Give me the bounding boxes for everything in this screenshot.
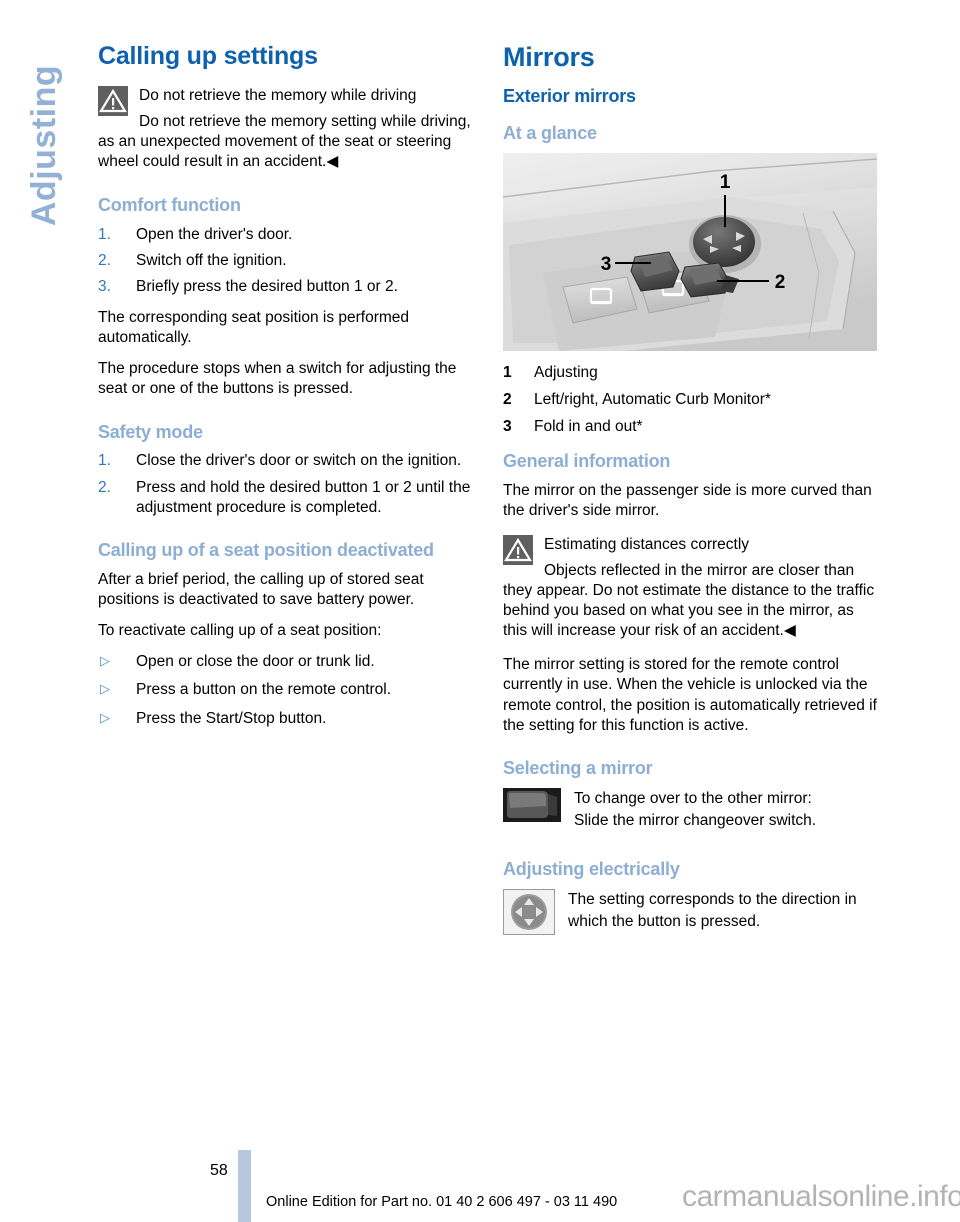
list-item: ▷ Open or close the door or trunk lid. (98, 652, 476, 672)
list-item: 3 Fold in and out* (503, 417, 881, 437)
reactivate-bullet-list: ▷ Open or close the door or trunk lid. ▷… (98, 652, 476, 728)
chapter-tab: Adjusting (0, 30, 90, 260)
general-information-paragraph-2: The mirror setting is stored for the rem… (503, 656, 877, 734)
adjusting-electrically-heading: Adjusting electrically (503, 858, 680, 879)
comfort-function-heading: Comfort function (98, 194, 241, 215)
selecting-mirror-row: To change over to the other mirror: Slid… (503, 787, 881, 833)
step-number: 1. (98, 452, 111, 470)
list-item: 2. Press and hold the desired button 1 o… (98, 478, 476, 518)
manual-page: Adjusting Calling up settings Do not ret… (0, 0, 960, 1222)
legend-number: 2 (503, 391, 512, 409)
step-number: 2. (98, 478, 111, 496)
legend-text: Adjusting (534, 363, 598, 381)
list-item: 3. Briefly press the desired button 1 or… (98, 277, 476, 297)
warning-body: Objects reflected in the mirror are clos… (503, 561, 875, 640)
triangle-bullet-icon: ▷ (100, 653, 110, 669)
general-information-heading: General information (503, 451, 671, 472)
legend-text: Fold in and out* (534, 418, 643, 436)
selecting-a-mirror-heading: Selecting a mirror (503, 757, 653, 778)
watermark: carmanualsonline.info (682, 1180, 960, 1213)
svg-text:1: 1 (720, 172, 731, 193)
legend-number: 1 (503, 363, 512, 381)
warning-block-memory: Do not retrieve the memory while driving… (98, 84, 476, 173)
adjusting-electrically-text: The setting corresponds to the direction… (568, 890, 857, 931)
selecting-mirror-line-1: To change over to the other mirror: (574, 789, 812, 807)
door-panel-mirror-controls-photo: 1 3 2 (503, 152, 877, 351)
right-column-heading: Mirrors (503, 42, 595, 72)
triangle-bullet-icon: ▷ (100, 709, 110, 725)
left-column: Calling up settings Do not retrieve the … (98, 42, 476, 740)
at-a-glance-heading: At a glance (503, 123, 597, 143)
step-text: Open the driver's door. (136, 225, 293, 243)
chapter-tab-label: Adjusting (25, 64, 64, 226)
legend-number: 3 (503, 418, 512, 436)
left-column-heading: Calling up settings (98, 42, 318, 70)
deactivated-paragraph-1: After a brief period, the calling up of … (98, 570, 424, 608)
safety-mode-steps: 1. Close the driver's door or switch on … (98, 451, 476, 517)
bullet-text: Open or close the door or trunk lid. (136, 653, 375, 671)
mirror-changeover-switch-icon (503, 787, 561, 822)
warning-title: Estimating distances correctly (544, 535, 750, 553)
bullet-text: Press a button on the remote control. (136, 681, 392, 699)
exterior-mirrors-subheading: Exterior mirrors (503, 86, 636, 106)
photo-legend-list: 1 Adjusting 2 Left/right, Automatic Curb… (503, 363, 881, 437)
list-item: ▷ Press the Start/Stop button. (98, 709, 476, 729)
step-text: Switch off the ignition. (136, 251, 287, 269)
deactivated-paragraph-2: To reactivate calling up of a seat posit… (98, 622, 382, 640)
general-information-paragraph-1: The mirror on the passenger side is more… (503, 482, 872, 520)
selecting-mirror-line-2: Slide the mirror changeover switch. (574, 812, 817, 830)
list-item: 1. Open the driver's door. (98, 225, 476, 245)
step-text: Press and hold the desired button 1 or 2… (136, 478, 471, 516)
svg-text:3: 3 (601, 254, 612, 275)
footer-accent-bar (238, 1150, 251, 1222)
svg-text:2: 2 (775, 272, 786, 293)
step-number: 3. (98, 277, 111, 295)
step-number: 2. (98, 251, 111, 269)
four-way-direction-knob-icon (503, 888, 555, 935)
page-number: 58 (210, 1162, 228, 1179)
comfort-paragraph-2: The procedure stops when a switch for ad… (98, 360, 457, 398)
list-item: 2. Switch off the ignition. (98, 251, 476, 271)
bullet-text: Press the Start/Stop button. (136, 709, 327, 727)
right-column: Mirrors Exterior mirrors At a glance 1 3… (503, 42, 881, 941)
adjusting-electrically-row: The setting corresponds to the direction… (503, 888, 881, 935)
step-text: Briefly press the desired button 1 or 2. (136, 277, 398, 295)
legend-text: Left/right, Automatic Curb Monitor* (534, 391, 771, 409)
warning-block-distances: Estimating distances correctly Objects r… (503, 533, 881, 642)
warning-title: Do not retrieve the memory while driving (139, 87, 417, 104)
selecting-mirror-text: To change over to the other mirror: Slid… (574, 788, 881, 833)
list-item: ▷ Press a button on the remote control. (98, 680, 476, 700)
warning-triangle-icon (98, 86, 128, 116)
triangle-bullet-icon: ▷ (100, 681, 110, 697)
footer-edition-text: Online Edition for Part no. 01 40 2 606 … (266, 1194, 618, 1210)
safety-mode-heading: Safety mode (98, 421, 203, 442)
comfort-function-steps: 1. Open the driver's door. 2. Switch off… (98, 225, 476, 297)
page-footer: 58 Online Edition for Part no. 01 40 2 6… (0, 1150, 960, 1222)
warning-triangle-icon (503, 534, 533, 565)
list-item: 1. Close the driver's door or switch on … (98, 451, 476, 471)
warning-body: Do not retrieve the memory setting while… (98, 113, 471, 171)
comfort-paragraph-1: The corresponding seat position is perfo… (98, 308, 410, 347)
list-item: 1 Adjusting (503, 363, 881, 383)
deactivated-heading: Calling up of a seat position deactivate… (98, 539, 434, 560)
list-item: 2 Left/right, Automatic Curb Monitor* (503, 390, 881, 410)
step-number: 1. (98, 225, 111, 243)
step-text: Close the driver's door or switch on the… (136, 452, 462, 470)
